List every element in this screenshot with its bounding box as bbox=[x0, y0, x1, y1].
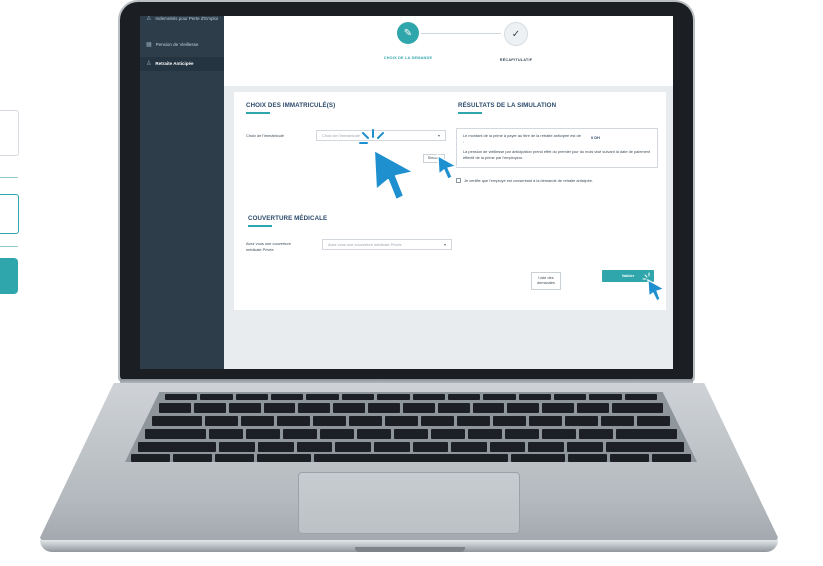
left-panel-divider bbox=[0, 246, 18, 247]
key-row bbox=[159, 403, 663, 413]
result-value: 0 DH bbox=[591, 135, 600, 140]
pencil-icon: ✎ bbox=[397, 22, 419, 44]
consent-label: Je certifie que l'employé est consentant… bbox=[464, 178, 593, 183]
click-rays-icon bbox=[642, 272, 650, 280]
key-row bbox=[138, 442, 684, 452]
person-icon: ♙ bbox=[146, 16, 152, 22]
grid-icon: ▦ bbox=[146, 42, 152, 48]
section-title-medical: COUVERTURE MÉDICALE bbox=[248, 215, 328, 222]
sidebar-item-retraite-anticipee[interactable]: ♙ Retraite Anticipée bbox=[146, 61, 222, 67]
chevron-down-icon: ▾ bbox=[444, 242, 446, 247]
check-icon: ✓ bbox=[504, 22, 528, 46]
left-panel-field[interactable] bbox=[0, 194, 19, 234]
sidebar-item-perte-emploi[interactable]: ♙ Indemnités pour Perte d'Emploi bbox=[146, 16, 222, 22]
simulation-result-box: Le montant de la prime à payer au titre … bbox=[456, 128, 658, 168]
result-text: Le montant de la prime à payer au titre … bbox=[463, 133, 581, 144]
person-icon: ♙ bbox=[146, 61, 152, 67]
section-title-immatricule: CHOIX DES IMMATRICULÉ(S) bbox=[246, 102, 336, 109]
sidebar-item-pension-vieillesse[interactable]: ▦ Pension de Vieillesse bbox=[146, 42, 222, 48]
key-row bbox=[152, 416, 670, 426]
click-rays-icon bbox=[359, 129, 384, 144]
key-row bbox=[165, 394, 658, 400]
laptop-screen: ♙ Indemnités pour Perte d'Emploi ▦ Pensi… bbox=[140, 16, 673, 369]
list-requests-button[interactable]: Liste des demandes bbox=[531, 272, 561, 290]
keyboard bbox=[125, 392, 697, 462]
field-label-medical: Avez vous une couverture médicale Privée bbox=[246, 241, 291, 252]
trackpad bbox=[298, 472, 520, 534]
section-underline bbox=[458, 112, 482, 114]
step-label: RÉCAPITULATIF bbox=[499, 58, 533, 62]
click-rays-icon bbox=[433, 150, 441, 158]
medical-coverage-select[interactable]: Avez vous une couverture médicale Privée… bbox=[322, 239, 452, 250]
key-row bbox=[145, 429, 677, 439]
result-note: La pension de vieillesse par anticipatio… bbox=[463, 149, 651, 160]
section-underline bbox=[248, 225, 272, 227]
main-content: ✎ CHOIX DE LA DEMANDE ✓ RÉCAPITULATIF CH… bbox=[224, 16, 673, 369]
left-panel-divider bbox=[0, 177, 18, 178]
sidebar-item-label: Retraite Anticipée bbox=[155, 61, 194, 66]
select-placeholder: Avez vous une couverture médicale Privée bbox=[328, 242, 402, 247]
chevron-down-icon: ▾ bbox=[438, 133, 440, 138]
field-label-immatricule: Choix de l'immatriculé bbox=[246, 133, 284, 138]
step-choix-demande[interactable]: ✎ CHOIX DE LA DEMANDE bbox=[358, 22, 458, 60]
stepper: ✎ CHOIX DE LA DEMANDE ✓ RÉCAPITULATIF bbox=[224, 16, 673, 86]
sidebar-item-label: Pension de Vieillesse bbox=[155, 42, 199, 47]
sidebar: ♙ Indemnités pour Perte d'Emploi ▦ Pensi… bbox=[140, 16, 224, 369]
step-label: CHOIX DE LA DEMANDE bbox=[383, 56, 433, 60]
step-recapitulatif[interactable]: ✓ RÉCAPITULATIF bbox=[466, 22, 566, 62]
left-panel-button[interactable] bbox=[0, 258, 18, 294]
form-card: CHOIX DES IMMATRICULÉ(S) Choix de l'imma… bbox=[234, 92, 666, 310]
key-row bbox=[131, 454, 692, 462]
select-placeholder: Choix de l'immatriculé bbox=[322, 133, 360, 138]
sidebar-item-label: Indemnités pour Perte d'Emploi bbox=[155, 16, 219, 21]
section-underline bbox=[246, 112, 270, 114]
left-panel-input[interactable] bbox=[0, 110, 19, 156]
laptop-notch bbox=[355, 547, 465, 552]
section-title-simulation: RÉSULTATS DE LA SIMULATION bbox=[458, 102, 557, 109]
